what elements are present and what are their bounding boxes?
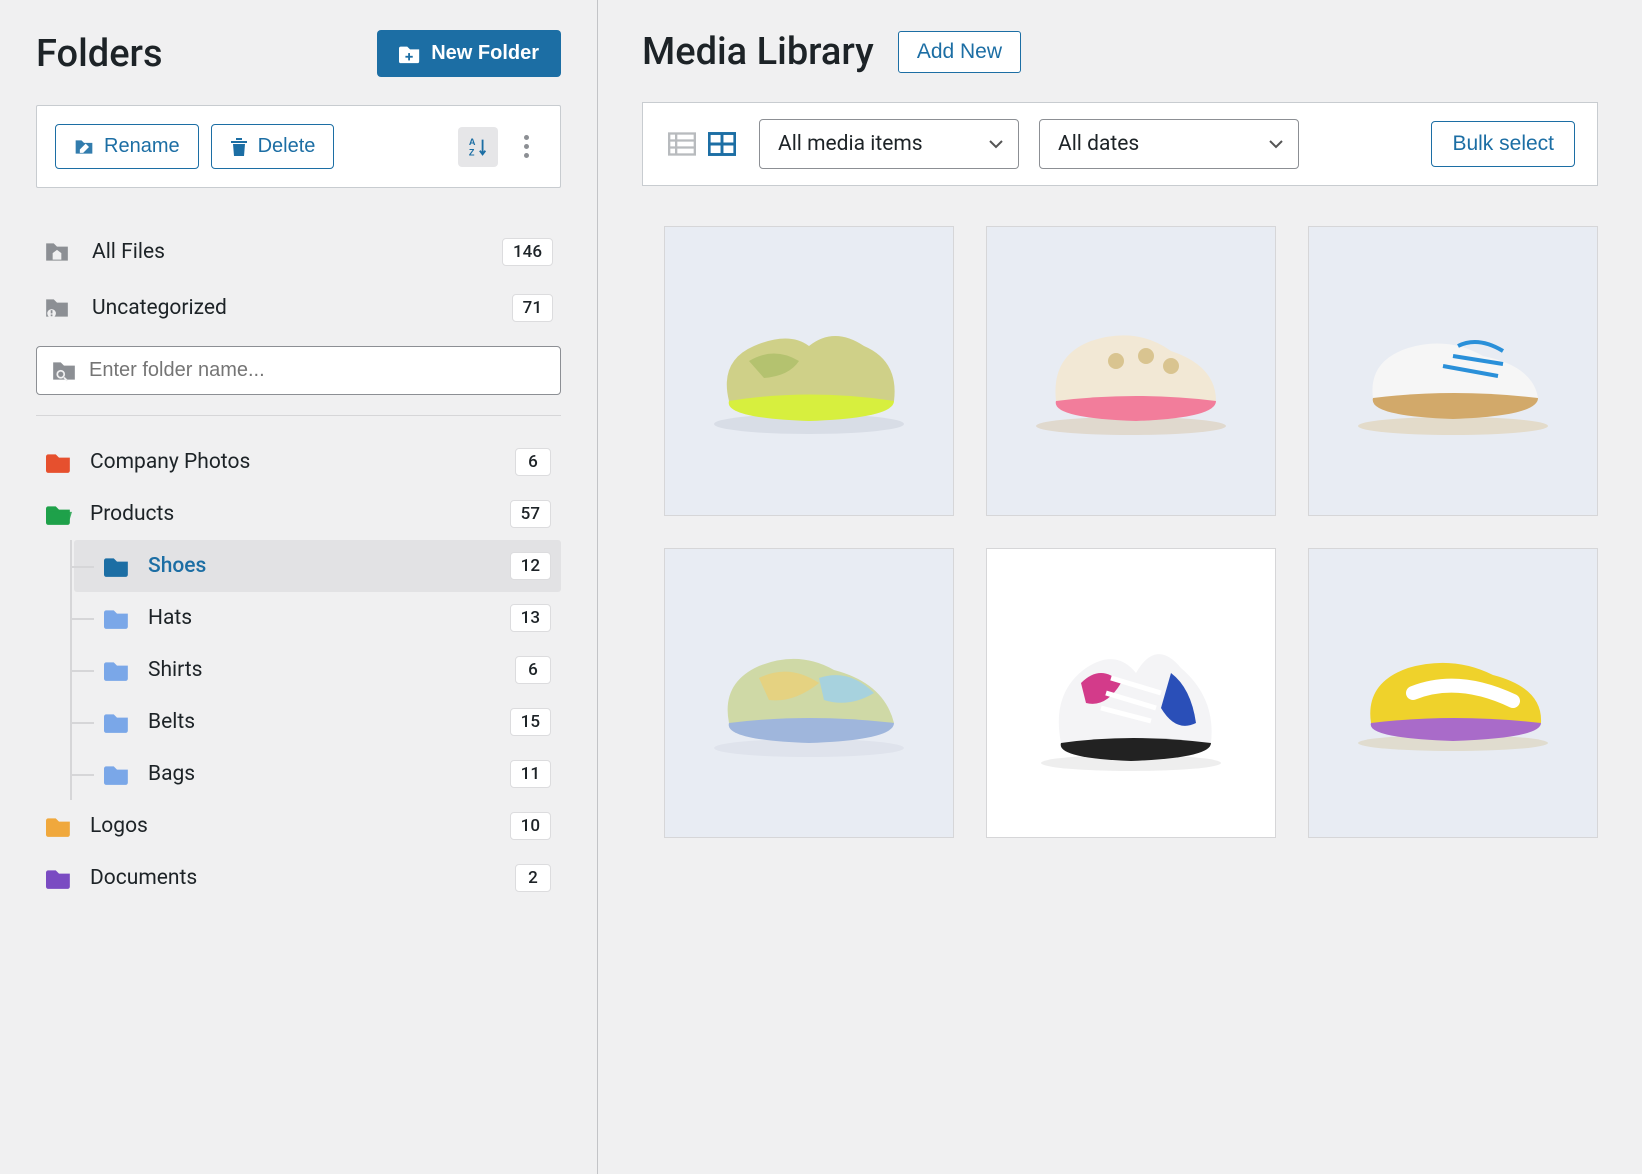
folder-label: Documents xyxy=(90,866,499,890)
uncategorized-label: Uncategorized xyxy=(92,296,494,320)
folder-icon xyxy=(104,555,132,577)
media-thumbnail[interactable] xyxy=(1308,548,1598,838)
folder-item[interactable]: Bags 11 xyxy=(74,748,561,800)
delete-button[interactable]: Delete xyxy=(211,124,335,169)
media-thumbnail[interactable] xyxy=(664,548,954,838)
folder-count: 57 xyxy=(510,500,551,528)
folder-toolbar: Rename Delete AZ xyxy=(36,105,561,188)
rename-button[interactable]: Rename xyxy=(55,124,199,169)
folder-label: Bags xyxy=(148,762,494,786)
delete-label: Delete xyxy=(258,135,316,158)
folders-sidebar: Folders New Folder Rename Delete AZ xyxy=(0,0,598,1174)
folder-count: 10 xyxy=(510,812,551,840)
sort-az-icon: AZ xyxy=(467,136,489,158)
uncategorized-item[interactable]: Uncategorized 71 xyxy=(36,280,561,336)
media-thumbnail[interactable] xyxy=(986,226,1276,516)
folder-icon xyxy=(46,815,74,837)
search-folder-icon xyxy=(51,360,77,382)
media-thumbnail[interactable] xyxy=(1308,226,1598,516)
folder-item[interactable]: Logos 10 xyxy=(36,800,561,852)
folder-search-input[interactable] xyxy=(89,359,546,382)
svg-text:Z: Z xyxy=(469,147,475,157)
folder-item[interactable]: Shirts 6 xyxy=(74,644,561,696)
svg-text:A: A xyxy=(469,137,476,147)
list-view-button[interactable] xyxy=(665,127,699,161)
folder-label: Hats xyxy=(148,606,494,630)
folders-title: Folders xyxy=(36,32,163,76)
folder-item[interactable]: Hats 13 xyxy=(74,592,561,644)
bulk-select-button[interactable]: Bulk select xyxy=(1431,121,1575,167)
folder-search[interactable] xyxy=(36,346,561,395)
media-library-main: Media Library Add New All media items Al… xyxy=(598,0,1642,1174)
folder-label: Company Photos xyxy=(90,450,499,474)
folder-alert-icon xyxy=(44,297,74,319)
folder-item[interactable]: Products 57 xyxy=(36,488,561,540)
date-filter-value: All dates xyxy=(1058,132,1139,156)
filter-bar: All media items All dates Bulk select xyxy=(642,102,1598,186)
folder-count: 13 xyxy=(510,604,551,632)
folder-count: 6 xyxy=(515,656,551,684)
folder-icon xyxy=(104,763,132,785)
folder-item[interactable]: Shoes 12 xyxy=(74,540,561,592)
folder-plus-icon xyxy=(399,44,421,64)
media-library-title: Media Library xyxy=(642,30,874,74)
new-folder-label: New Folder xyxy=(431,42,539,65)
folder-count: 15 xyxy=(510,708,551,736)
date-filter[interactable]: All dates xyxy=(1039,119,1299,169)
folder-icon xyxy=(46,451,74,473)
folder-icon xyxy=(46,867,74,889)
folder-label: Shoes xyxy=(148,554,494,578)
all-files-count: 146 xyxy=(502,238,553,266)
folder-icon xyxy=(104,659,132,681)
media-type-filter[interactable]: All media items xyxy=(759,119,1019,169)
all-files-label: All Files xyxy=(92,240,484,264)
media-type-value: All media items xyxy=(778,132,923,156)
media-thumbnail[interactable] xyxy=(986,548,1276,838)
folder-icon xyxy=(104,711,132,733)
new-folder-button[interactable]: New Folder xyxy=(377,30,561,77)
folder-item[interactable]: Belts 15 xyxy=(74,696,561,748)
sort-az-button[interactable]: AZ xyxy=(458,127,498,167)
folder-count: 11 xyxy=(510,760,551,788)
home-folder-icon xyxy=(44,241,74,263)
folder-item[interactable]: Company Photos 6 xyxy=(36,436,561,488)
rename-label: Rename xyxy=(104,135,180,158)
more-options-button[interactable] xyxy=(510,127,542,167)
folder-label: Shirts xyxy=(148,658,499,682)
folder-count: 6 xyxy=(515,448,551,476)
pencil-icon xyxy=(74,138,94,156)
folder-icon xyxy=(104,607,132,629)
grid-view-button[interactable] xyxy=(705,127,739,161)
media-grid xyxy=(642,226,1598,838)
folder-count: 12 xyxy=(510,552,551,580)
folder-label: Belts xyxy=(148,710,494,734)
folder-label: Logos xyxy=(90,814,494,838)
divider xyxy=(36,415,561,416)
folder-count: 2 xyxy=(515,864,551,892)
media-thumbnail[interactable] xyxy=(664,226,954,516)
chevron-down-icon xyxy=(988,138,1004,150)
folder-icon xyxy=(46,503,74,525)
chevron-down-icon xyxy=(1268,138,1284,150)
folder-label: Products xyxy=(90,502,494,526)
trash-icon xyxy=(230,137,248,157)
add-new-button[interactable]: Add New xyxy=(898,31,1021,73)
uncategorized-count: 71 xyxy=(512,294,553,322)
all-files-item[interactable]: All Files 146 xyxy=(36,224,561,280)
folder-item[interactable]: Documents 2 xyxy=(36,852,561,904)
